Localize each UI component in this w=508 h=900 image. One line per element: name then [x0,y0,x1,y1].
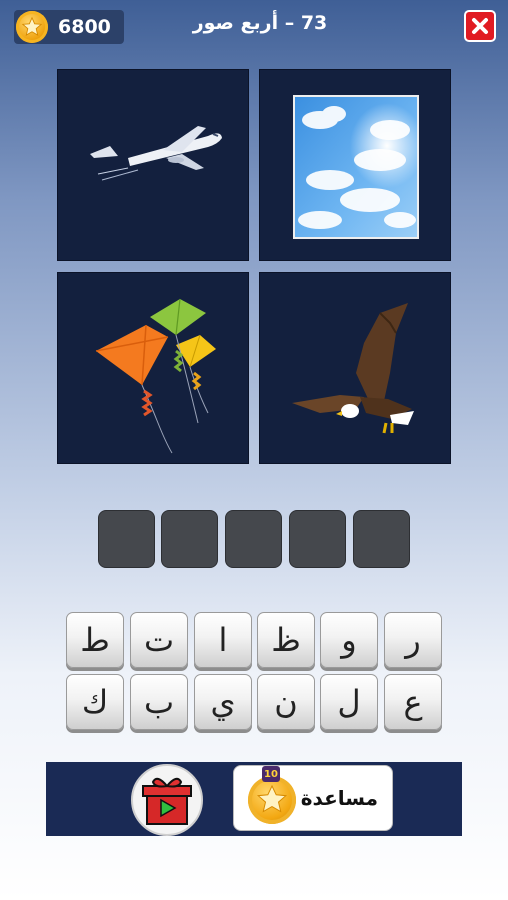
letter-key[interactable]: ن [257,674,315,730]
gift-video-icon [142,777,192,825]
level-title: 73 – أربع صور [192,12,328,34]
coin-count: 6800 [58,16,111,38]
answer-slot[interactable] [289,510,346,568]
kites-image [95,298,216,454]
letter-key[interactable]: و [320,612,378,668]
letter-key[interactable]: ت [130,612,188,668]
picture-tile-eagle[interactable] [259,272,451,464]
picture-tile-airplane[interactable] [57,69,249,261]
help-coin-icon [248,776,296,824]
eagle-image [292,303,414,434]
help-button[interactable]: 10 مساعدة [233,765,393,831]
gift-video-button[interactable] [131,764,203,836]
letter-key[interactable]: ي [194,674,252,730]
letter-key[interactable]: ب [130,674,188,730]
letter-key[interactable]: ط [66,612,124,668]
letter-key[interactable]: ظ [257,612,315,668]
answer-slot[interactable] [161,510,218,568]
help-label: مساعدة [300,786,378,810]
letter-key[interactable]: ل [320,674,378,730]
answer-slot[interactable] [225,510,282,568]
help-cost-badge: 10 [262,766,280,782]
coin-star-icon [16,11,48,43]
letter-key[interactable]: ع [384,674,442,730]
airplane-image [90,126,222,181]
picture-tile-kites[interactable] [57,272,249,464]
close-button[interactable] [464,10,496,42]
picture-tile-sky[interactable] [259,69,451,261]
letter-key[interactable]: ر [384,612,442,668]
answer-slot[interactable] [353,510,410,568]
letter-key[interactable]: ا [194,612,252,668]
close-icon [472,18,488,34]
answer-slot[interactable] [98,510,155,568]
sky-image [293,95,419,239]
coin-counter: 6800 [14,10,124,44]
letter-key[interactable]: ك [66,674,124,730]
